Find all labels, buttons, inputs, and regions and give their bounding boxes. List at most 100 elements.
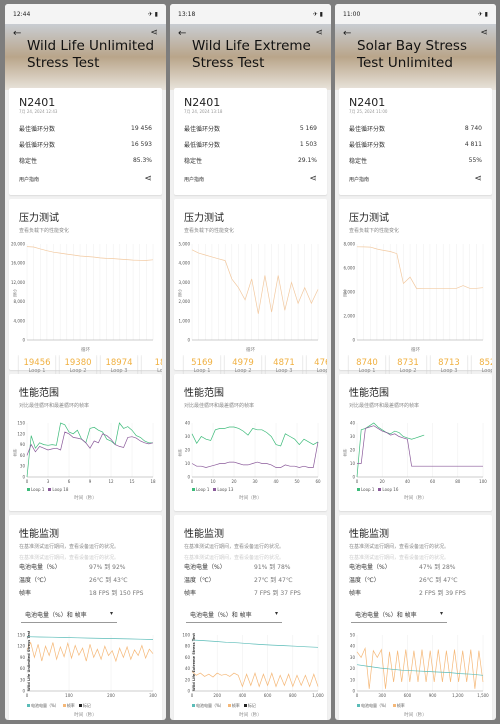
performance-range-card: 性能范围 对比最佳循环和最差循环的帧率 0 10 20 30 40 0 20 40 60 80 10… (339, 374, 492, 511)
y-tick-label: 3,000 (179, 280, 191, 285)
performance-range-card: 性能范围 对比最佳循环和最差循环的帧率 0 30 60 90 120 150 0 3 6 9 12 1… (9, 374, 162, 511)
monitor-row: 电池电量（%） 47% 到 28% (339, 560, 492, 573)
y-axis-label: 帧率 (13, 449, 18, 457)
arrow-left-icon[interactable]: ← (343, 28, 351, 39)
value: 26℃ 到 43℃ (89, 577, 128, 584)
loop-score: 5169 (191, 358, 213, 368)
chart-legend: Loop 1 Loop 13 (174, 487, 327, 492)
user-guide-link[interactable]: 用户指南 (19, 176, 39, 183)
legend-item[interactable]: Loop 1 (27, 487, 44, 492)
y-tick-label: 10 (350, 677, 356, 682)
share-icon[interactable]: ⋖ (315, 28, 323, 38)
loop-score: 4763 (314, 358, 327, 368)
benchmark-result-screen: 12:44 ✈ ▮ ← ⋖ Wild Life Unlimited Stress … (5, 4, 166, 720)
legend-item[interactable]: 帧率 (62, 703, 75, 709)
chart-metric-dropdown[interactable]: 电池电量（%）和 帧率 ▾ (21, 607, 117, 623)
y-tick-label: 40 (350, 421, 356, 426)
x-tick-label: 60 (315, 479, 321, 484)
device-name: N2401 (184, 96, 221, 109)
y-tick-label: 6,000 (344, 266, 356, 271)
chart-metric-dropdown[interactable]: 电池电量（%）和 帧率 ▾ (186, 607, 282, 623)
x-tick-label: 40 (405, 479, 411, 484)
x-tick-label: 100 (65, 693, 73, 698)
fps-line (26, 641, 154, 663)
y-tick-label: 60 (185, 655, 191, 660)
section-subtitle: 在基准测试运行期间，查看设备运行的状况。 (184, 544, 285, 550)
section-title: 性能范围 (184, 388, 224, 399)
y-tick-label: 40 (185, 666, 191, 671)
loop-score: 4871 (273, 358, 295, 368)
user-guide-link[interactable]: 用户指南 (184, 176, 204, 183)
legend-item[interactable]: 标记 (78, 703, 91, 709)
faded-text: 在基准测试运行期间，查看设备运行的状况。 (19, 555, 120, 560)
section-subtitle: 查看负载下的性能变化 (349, 228, 400, 234)
caret-down-icon: ▾ (439, 610, 443, 617)
value: 26℃ 到 47℃ (419, 577, 458, 584)
page-title: Wild Life Unlimited Stress Test (27, 38, 155, 71)
legend-item[interactable]: 电池电量（%） (192, 703, 224, 709)
chart: 0102030400 10 20 30 40 50 60 (185, 421, 321, 485)
legend-item[interactable]: 帧率 (227, 703, 240, 709)
arrow-left-icon[interactable]: ← (13, 28, 21, 39)
x-tick-label: 100 (479, 479, 487, 484)
legend-item[interactable]: Loop 1 (357, 487, 374, 492)
legend-item[interactable]: 电池电量（%） (27, 703, 59, 709)
chart-metric-dropdown[interactable]: 电池电量（%）和 帧率 ▾ (351, 607, 447, 623)
value: 29.1% (297, 156, 317, 164)
value: 18 FPS 到 150 FPS (89, 590, 144, 597)
result-summary-card: N2401 7月 25, 2024 11:00 最佳循环分数 8 740 最低循环… (339, 88, 492, 195)
y-tick-label: 40 (185, 421, 191, 426)
monitor-row: 帧率 2 FPS 到 39 FPS (339, 586, 492, 599)
chart-legend: 电池电量（%） 帧率 (339, 703, 492, 709)
share-icon[interactable]: ⋖ (480, 28, 488, 38)
section-title: 性能范围 (19, 388, 59, 399)
value: 8 740 (464, 124, 482, 132)
y-axis-label: 分数 (178, 289, 183, 297)
monitor-row: 电池电量（%） 91% 到 78% (174, 560, 327, 573)
monitor-row: 帧率 18 FPS 到 150 FPS (9, 586, 162, 599)
device-name: N2401 (349, 96, 386, 109)
best-loop-row: 最佳循环分数 5 169 (184, 120, 317, 136)
legend-item[interactable]: 帧率 (392, 703, 405, 709)
dropdown-value: 电池电量（%）和 帧率 (25, 612, 87, 619)
status-icons: ✈ ▮ (312, 10, 323, 18)
score-line (356, 246, 484, 290)
x-tick-label: 300 (378, 693, 386, 698)
label: 最佳循环分数 (184, 125, 221, 133)
chart-legend: Loop 1 Loop 16 (339, 487, 492, 492)
x-axis-label: 时间（秒） (404, 713, 427, 718)
page-title: Solar Bay Stress Test Unlimited (357, 38, 467, 71)
share-icon[interactable]: ⋖ (144, 174, 152, 184)
legend-item[interactable]: Loop 18 (48, 487, 68, 492)
x-axis-label: 循环 (246, 348, 255, 353)
y-tick-label: 8,000 (344, 242, 356, 247)
y-tick-label: 80 (185, 644, 191, 649)
arrow-left-icon[interactable]: ← (178, 28, 186, 39)
legend-item[interactable]: Loop 13 (213, 487, 233, 492)
legend-item[interactable]: Loop 16 (378, 487, 398, 492)
x-tick-label: 600 (404, 693, 412, 698)
loop-score: 8740 (356, 358, 378, 368)
value: 85.3% (132, 156, 152, 164)
legend-item[interactable]: Loop 1 (192, 487, 209, 492)
y-tick-label: 150 (17, 633, 25, 638)
x-tick-label: 200 (107, 693, 115, 698)
y-tick-label: 12,000 (11, 280, 25, 285)
y-tick-label: 1,000 (179, 318, 191, 323)
legend-item[interactable]: 标记 (243, 703, 256, 709)
loop-score: 19456 (23, 358, 51, 368)
share-icon[interactable]: ⋖ (309, 174, 317, 184)
x-tick-label: 0 (26, 693, 29, 698)
user-guide-link[interactable]: 用户指南 (349, 176, 369, 183)
loop-score: 8529 (479, 358, 492, 368)
battery-line (191, 639, 319, 648)
hero-banner: ← ⋖ Wild Life Extreme Stress Test (170, 24, 331, 90)
share-icon[interactable]: ⋖ (474, 174, 482, 184)
benchmark-result-screen: 11:00 ✈ ▮ ← ⋖ Solar Bay Stress Test Unlim… (335, 4, 496, 720)
x-tick-label: 10 (210, 479, 216, 484)
value: 1 503 (299, 140, 317, 148)
legend-item[interactable]: 电池电量（%） (357, 703, 389, 709)
y-tick-label: 60 (20, 453, 26, 458)
share-icon[interactable]: ⋖ (150, 28, 158, 38)
label: 温度（℃） (184, 577, 215, 584)
